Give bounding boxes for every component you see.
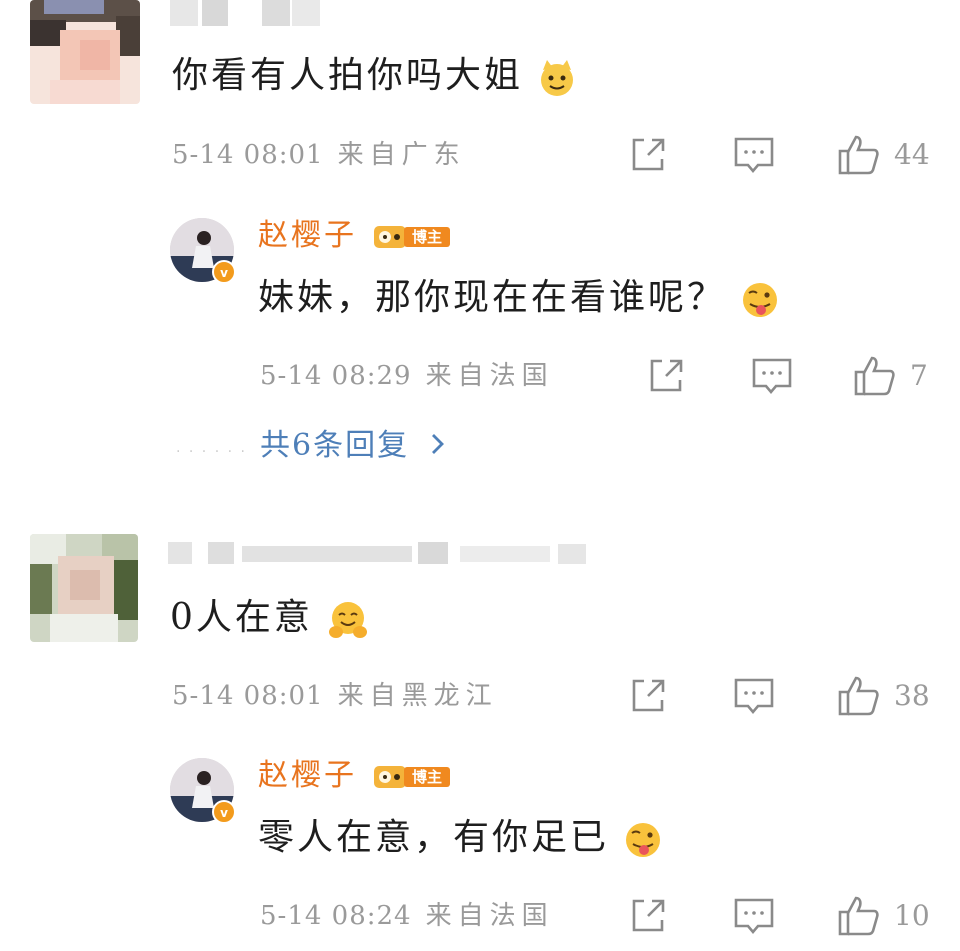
commenter-avatar[interactable] [30, 0, 140, 104]
reply-actions: 10 [626, 894, 946, 938]
reply-time: 5-14 08:29 [260, 361, 412, 391]
thumbs-up-icon[interactable] [836, 674, 880, 718]
reply-text: 妹妹，那你现在在看谁呢？ [258, 276, 780, 320]
svg-text:v: v [220, 266, 228, 280]
badge-label: 博主 [404, 767, 450, 787]
thumbs-up-icon[interactable] [836, 133, 880, 177]
comment-location: 来自广东 [337, 140, 466, 170]
comment-text: 你看有人拍你吗大姐 [172, 54, 577, 98]
comment-text: 0人在意 [170, 596, 369, 641]
more-replies-link[interactable]: 共6条回复 [260, 426, 449, 466]
svg-text:v: v [220, 806, 228, 820]
badge-label: 博主 [404, 227, 450, 247]
comment-icon[interactable] [732, 133, 776, 177]
comment-icon[interactable] [750, 354, 794, 398]
comment-actions: 38 [626, 674, 946, 718]
commenter-avatar[interactable] [30, 534, 138, 642]
reply-text: 零人在意，有你足已 [258, 816, 663, 860]
share-icon[interactable] [626, 894, 670, 938]
like-count: 38 [894, 679, 930, 712]
share-icon[interactable] [626, 674, 670, 718]
reply-meta: 5-14 08:29 来自法国 [260, 360, 554, 392]
reply-author-name[interactable]: 赵樱子 [258, 756, 357, 796]
reply-indent-dots: · · · · · · [176, 444, 247, 460]
thumbs-up-icon[interactable] [852, 354, 896, 398]
tongue-face-icon [743, 283, 778, 317]
reply-time: 5-14 08:24 [260, 901, 412, 931]
badge-mascot-icon [374, 766, 406, 788]
commenter-name-blurred[interactable] [170, 0, 320, 26]
comment-actions: 44 [626, 133, 946, 177]
share-icon[interactable] [644, 354, 688, 398]
verified-badge-icon: v [212, 260, 236, 284]
chevron-right-icon [431, 434, 444, 454]
pixelated-avatar-image [30, 0, 140, 104]
reply-meta: 5-14 08:24 来自法国 [260, 900, 554, 932]
comment-meta: 5-14 08:01 来自广东 [172, 139, 466, 171]
thumbs-up-icon[interactable] [836, 894, 880, 938]
like-count: 10 [894, 899, 930, 932]
commenter-name-blurred[interactable] [168, 540, 588, 566]
pixelated-avatar-image [30, 534, 138, 642]
comment-time: 5-14 08:01 [172, 140, 324, 170]
blogger-badge: 博主 [372, 224, 454, 250]
badge-mascot-icon [374, 226, 406, 248]
comment-time: 5-14 08:01 [172, 681, 324, 711]
reply-location: 来自法国 [425, 361, 554, 391]
blogger-badge: 博主 [372, 764, 454, 790]
reply-actions: 7 [644, 354, 944, 398]
comment-icon[interactable] [732, 674, 776, 718]
reply-author-name[interactable]: 赵樱子 [258, 216, 357, 256]
verified-badge-icon: v [212, 800, 236, 824]
comment-meta: 5-14 08:01 来自黑龙江 [172, 680, 498, 712]
cat-face-icon [541, 60, 574, 96]
like-count: 7 [910, 359, 928, 392]
hugging-face-icon [329, 602, 368, 638]
reply-location: 来自法国 [425, 901, 554, 931]
comment-icon[interactable] [732, 894, 776, 938]
share-icon[interactable] [626, 133, 670, 177]
comment-location: 来自黑龙江 [337, 681, 498, 711]
tongue-face-icon [626, 823, 661, 857]
like-count: 44 [894, 138, 930, 171]
